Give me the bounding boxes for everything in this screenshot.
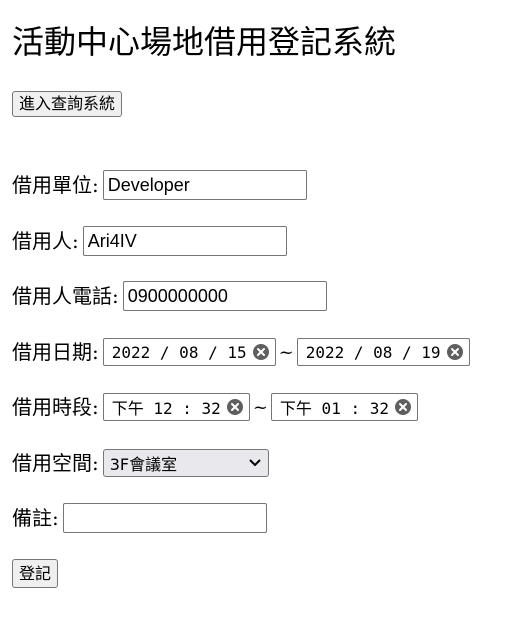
- phone-input[interactable]: [122, 281, 327, 311]
- borrower-input[interactable]: [82, 226, 287, 256]
- note-label: 備註:: [12, 506, 59, 530]
- end-time-input[interactable]: 下午 01 : 32: [270, 393, 418, 421]
- unit-input[interactable]: [102, 170, 307, 200]
- phone-label: 借用人電話:: [12, 284, 119, 308]
- clear-end-date-icon[interactable]: [446, 344, 463, 360]
- date-label: 借用日期:: [12, 340, 99, 364]
- phone-row: 借用人電話:: [12, 280, 327, 312]
- time-label: 借用時段:: [12, 395, 99, 419]
- time-row: 借用時段: 下午 12 : 32 ~ 下午 01 : 32: [12, 391, 418, 423]
- start-time-input[interactable]: 下午 12 : 32: [102, 393, 250, 421]
- date-row: 借用日期: 2022 / 08 / 15 ~ 2022 / 08 / 19: [12, 336, 470, 368]
- borrower-row: 借用人:: [12, 225, 287, 257]
- space-selected-value: 3F會議室: [109, 455, 178, 474]
- end-time-value: 下午 01 : 32: [279, 399, 389, 418]
- start-date-value: 2022 / 08 / 15: [111, 342, 247, 362]
- unit-row: 借用單位:: [12, 169, 307, 201]
- start-date-input[interactable]: 2022 / 08 / 15: [102, 338, 276, 366]
- enter-query-system-button[interactable]: 進入查詢系統: [12, 91, 123, 117]
- clear-start-date-icon[interactable]: [252, 344, 269, 360]
- chevron-down-icon: [249, 459, 261, 467]
- end-date-value: 2022 / 08 / 19: [305, 342, 441, 362]
- submit-button[interactable]: 登記: [12, 559, 59, 588]
- space-select[interactable]: 3F會議室: [102, 449, 269, 477]
- clear-start-time-icon[interactable]: [226, 399, 243, 415]
- unit-label: 借用單位:: [12, 173, 99, 197]
- space-row: 借用空間: 3F會議室: [12, 447, 269, 479]
- space-label: 借用空間:: [12, 451, 99, 475]
- end-date-input[interactable]: 2022 / 08 / 19: [296, 338, 470, 366]
- time-separator: ~: [252, 396, 268, 418]
- clear-end-time-icon[interactable]: [395, 399, 411, 415]
- note-input[interactable]: [62, 503, 267, 533]
- page-title: 活動中心場地借用登記系統: [12, 23, 397, 61]
- date-separator: ~: [278, 341, 294, 363]
- note-row: 備註:: [12, 502, 267, 534]
- borrower-label: 借用人:: [12, 229, 79, 253]
- start-time-value: 下午 12 : 32: [111, 399, 221, 418]
